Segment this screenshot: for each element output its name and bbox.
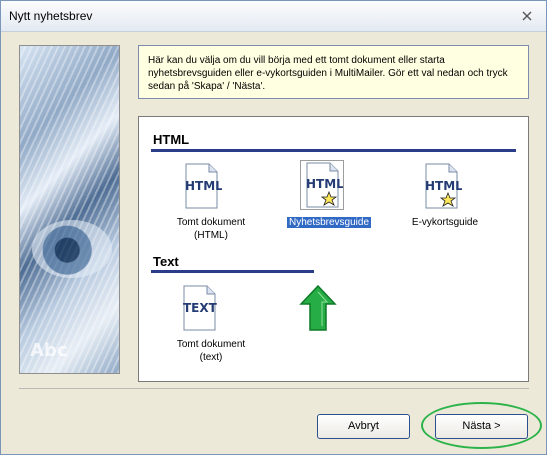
- window-title: Nytt nyhetsbrev: [9, 9, 93, 23]
- sidebar-stripes: [20, 46, 119, 373]
- eye-graphic: [32, 220, 112, 278]
- sidebar-graphic: Abc: [19, 45, 120, 374]
- template-panel: HTML HTML Tomt dokument (HTML) HTML Nyhe…: [138, 116, 529, 382]
- close-icon[interactable]: [520, 9, 534, 23]
- sidebar-image-text: Abc: [30, 340, 68, 361]
- button-divider: [19, 388, 529, 389]
- section-rule-text: [151, 270, 314, 273]
- section-heading-text: Text: [153, 254, 179, 269]
- section-rule-html: [151, 149, 516, 152]
- html-document-icon: HTML: [180, 162, 222, 210]
- title-bar: Nytt nyhetsbrev: [1, 1, 546, 32]
- description-text: Här kan du välja om du vill börja med et…: [148, 55, 508, 92]
- description-box: Här kan du välja om du vill börja med et…: [138, 45, 529, 99]
- section-heading-html: HTML: [153, 132, 190, 147]
- next-button[interactable]: Nästa >: [435, 414, 528, 439]
- item-label: Tomt dokument (text): [176, 339, 246, 363]
- svg-text:TEXT: TEXT: [183, 301, 218, 315]
- up-arrow-icon: [299, 284, 337, 331]
- svg-text:HTML: HTML: [306, 177, 343, 191]
- svg-text:HTML: HTML: [425, 179, 462, 193]
- html-wizard-icon: HTML: [420, 162, 462, 210]
- cancel-button[interactable]: Avbryt: [317, 414, 410, 439]
- item-label: Nyhetsbrevsguide: [274, 216, 384, 229]
- dialog-window: Nytt nyhetsbrev Abc Här kan du välja om …: [0, 0, 547, 455]
- item-label: Tomt dokument (HTML): [176, 217, 246, 241]
- dialog-client: Abc Här kan du välja om du vill börja me…: [2, 32, 545, 453]
- html-wizard-icon: HTML: [300, 160, 344, 210]
- selected-item-label: Nyhetsbrevsguide: [286, 217, 372, 228]
- text-document-icon: TEXT: [178, 284, 220, 332]
- svg-text:HTML: HTML: [185, 179, 222, 193]
- item-label: E-vykortsguide: [411, 217, 479, 228]
